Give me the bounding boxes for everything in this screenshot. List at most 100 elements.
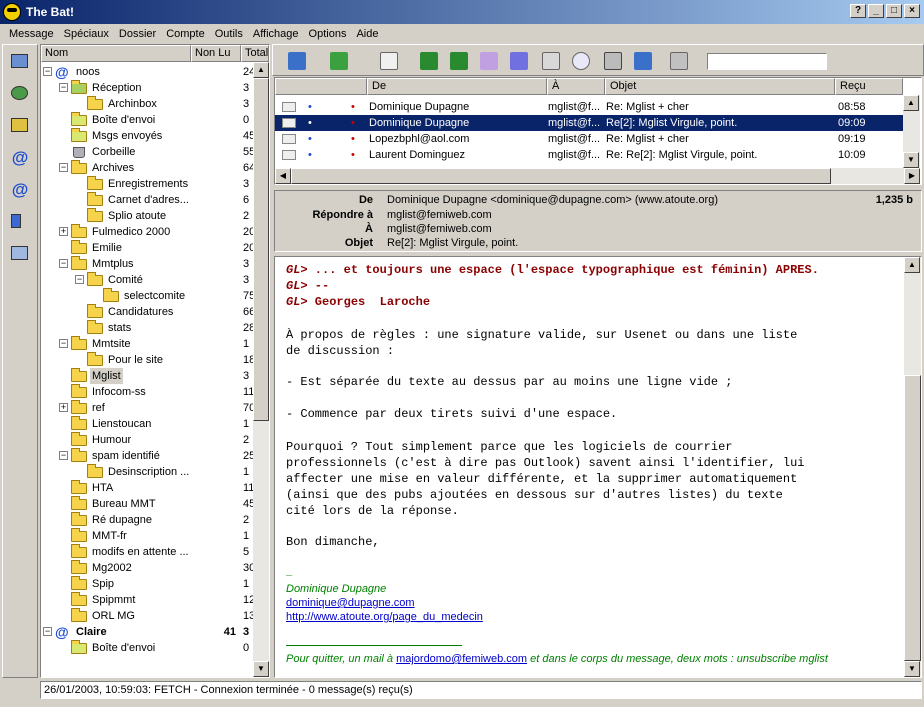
expand-toggle-icon[interactable]: −	[59, 259, 68, 268]
folder-item[interactable]: − Réception 3	[41, 80, 253, 96]
folder-item[interactable]: + ref 70	[41, 400, 253, 416]
folder-item[interactable]: Spip 1	[41, 576, 253, 592]
minimize-button[interactable]: _	[868, 4, 884, 18]
redirect-icon[interactable]	[507, 49, 531, 73]
folder-item[interactable]: Corbeille 55	[41, 144, 253, 160]
folder-item[interactable]: − Mmtplus 3	[41, 256, 253, 272]
get-mail-icon[interactable]	[285, 49, 309, 73]
menu-outils[interactable]: Outils	[210, 28, 248, 40]
expand-toggle-icon[interactable]: −	[59, 163, 68, 172]
folder-item[interactable]: Infocom-ss 11	[41, 384, 253, 400]
col-from[interactable]: De	[367, 78, 547, 95]
folder-item[interactable]: − Mmtsite 1	[41, 336, 253, 352]
folder-item[interactable]: Emilie 20	[41, 240, 253, 256]
col-to[interactable]: À	[547, 78, 605, 95]
folder-item[interactable]: stats 28	[41, 320, 253, 336]
col-name[interactable]: Nom	[41, 45, 191, 62]
col-subject[interactable]: Objet	[605, 78, 835, 95]
reply-to-value[interactable]: mglist@femiweb.com	[387, 209, 492, 221]
folder-item[interactable]: Carnet d'adres... 6	[41, 192, 253, 208]
quick-search-input[interactable]	[707, 53, 827, 70]
folder-item[interactable]: Splio atoute 2	[41, 208, 253, 224]
menu-options[interactable]: Options	[304, 28, 352, 40]
folder-item[interactable]: Boîte d'envoi 0	[41, 640, 253, 656]
menu-sp-ciaux[interactable]: Spéciaux	[59, 28, 114, 40]
message-list-hscrollbar[interactable]: ◀ ▶	[275, 168, 920, 184]
from-value[interactable]: Dominique Dupagne <dominique@dupagne.com…	[387, 194, 718, 206]
to-value[interactable]: mglist@femiweb.com	[387, 223, 492, 235]
folder-item[interactable]: Desinscription ... 1	[41, 464, 253, 480]
folder-tree-scrollbar[interactable]: ▲ ▼	[253, 62, 269, 677]
folder-item[interactable]: − spam identifié 25	[41, 448, 253, 464]
folder-item[interactable]: Mg2002 30	[41, 560, 253, 576]
folder-item[interactable]: − @ noos 24	[41, 64, 253, 80]
menu-aide[interactable]: Aide	[351, 28, 383, 40]
folder-item[interactable]: Enregistrements 3	[41, 176, 253, 192]
print-icon[interactable]	[601, 49, 625, 73]
folder-item[interactable]: Boîte d'envoi 0	[41, 112, 253, 128]
maximize-button[interactable]: □	[886, 4, 902, 18]
expand-toggle-icon[interactable]: +	[59, 227, 68, 236]
clock-icon[interactable]	[7, 83, 33, 105]
menu-dossier[interactable]: Dossier	[114, 28, 161, 40]
message-row[interactable]: • • Lopezbphl@aol.com mglist@f... Re: Mglist…	[275, 131, 903, 147]
folder-item[interactable]: Bureau MMT 45	[41, 496, 253, 512]
col-status[interactable]	[275, 78, 367, 95]
message-row[interactable]: • • Dominique Dupagne mglist@f... Re: Mglist…	[275, 99, 903, 115]
folder-item[interactable]: Humour 2	[41, 432, 253, 448]
layout-icon[interactable]	[7, 243, 33, 265]
find-icon[interactable]	[569, 49, 593, 73]
menu-message[interactable]: Message	[4, 28, 59, 40]
menu-affichage[interactable]: Affichage	[248, 28, 304, 40]
close-button[interactable]: ×	[904, 4, 920, 18]
address-icon[interactable]	[539, 49, 563, 73]
new-message-icon[interactable]	[377, 49, 401, 73]
save-icon[interactable]	[631, 49, 655, 73]
folder-item[interactable]: − @ Claire 41 3	[41, 624, 253, 640]
folder-item[interactable]: Candidatures 66	[41, 304, 253, 320]
col-received[interactable]: Reçu	[835, 78, 903, 95]
folder-item[interactable]: Archinbox 3	[41, 96, 253, 112]
folder-item[interactable]: Msgs envoyés 45	[41, 128, 253, 144]
message-list-scrollbar[interactable]: ▲ ▼	[903, 95, 920, 168]
folder-item[interactable]: − Archives 64	[41, 160, 253, 176]
expand-toggle-icon[interactable]: −	[59, 83, 68, 92]
folder-item[interactable]: selectcomite 75	[41, 288, 253, 304]
folder-item[interactable]: HTA 11	[41, 480, 253, 496]
expand-toggle-icon[interactable]: −	[43, 627, 52, 636]
clipboard-icon[interactable]	[7, 115, 33, 137]
folder-item[interactable]: Mglist 3	[41, 368, 253, 384]
message-row[interactable]: • • Dominique Dupagne mglist@f... Re[2]: Mgl…	[275, 115, 903, 131]
folder-item[interactable]: modifs en attente ... 5	[41, 544, 253, 560]
expand-toggle-icon[interactable]: −	[75, 275, 84, 284]
signature-url-link[interactable]: http://www.atoute.org/page_du_medecin	[286, 611, 483, 623]
expand-toggle-icon[interactable]: +	[59, 403, 68, 412]
help-button[interactable]: ?	[850, 4, 866, 18]
unsubscribe-link[interactable]: majordomo@femiweb.com	[396, 653, 527, 665]
reply-icon[interactable]	[417, 49, 441, 73]
tree-icon[interactable]	[7, 211, 33, 233]
message-row[interactable]: • • Laurent Dominguez mglist@f... Re: Re[2]:…	[275, 147, 903, 163]
folder-item[interactable]: − Comité 3	[41, 272, 253, 288]
send-mail-icon[interactable]	[327, 49, 351, 73]
folder-item[interactable]: + Fulmedico 2000 20	[41, 224, 253, 240]
at-icon[interactable]: @	[7, 147, 33, 169]
col-unread[interactable]: Non Lu	[191, 45, 241, 62]
folder-item[interactable]: ORL MG 13	[41, 608, 253, 624]
folder-item[interactable]: MMT-fr 1	[41, 528, 253, 544]
folder-item[interactable]: Spipmmt 12	[41, 592, 253, 608]
folder-item[interactable]: Lienstoucan 1	[41, 416, 253, 432]
menu-compte[interactable]: Compte	[161, 28, 210, 40]
forward-icon[interactable]	[477, 49, 501, 73]
at-properties-icon[interactable]: @	[7, 179, 33, 201]
folder-item[interactable]: Pour le site 18	[41, 352, 253, 368]
delete-icon[interactable]	[667, 49, 691, 73]
address-book-icon[interactable]	[7, 51, 33, 73]
reply-all-icon[interactable]	[447, 49, 471, 73]
expand-toggle-icon[interactable]: −	[59, 339, 68, 348]
signature-email-link[interactable]: dominique@dupagne.com	[286, 597, 415, 609]
expand-toggle-icon[interactable]: −	[43, 67, 52, 76]
col-total[interactable]: Total	[241, 45, 269, 62]
message-body-scrollbar[interactable]: ▲ ▼	[904, 257, 921, 677]
folder-item[interactable]: Ré dupagne 2	[41, 512, 253, 528]
